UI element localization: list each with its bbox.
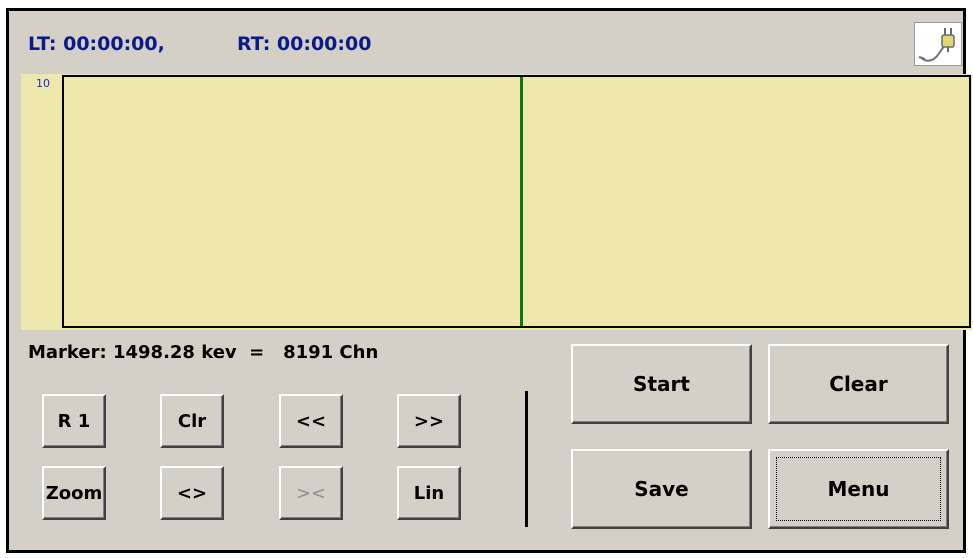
marker-line[interactable] [520,77,523,326]
lin-button[interactable]: Lin [397,466,461,520]
prev-button-label: << [295,410,327,432]
clr-button[interactable]: Clr [160,394,224,448]
app-window: LT: 00:00:00, RT: 00:00:00 10 Marker: 14… [6,8,972,553]
prev-button[interactable]: << [279,394,343,448]
shrink-button[interactable]: >< [279,466,343,520]
spectrum-plot[interactable] [62,75,971,328]
plug-icon-graphic [918,28,955,62]
r1-button[interactable]: R 1 [42,394,106,448]
menu-button[interactable]: Menu [768,449,949,529]
menu-button-label: Menu [827,477,890,501]
clear-button[interactable]: Clear [768,344,949,424]
expand-button-label: <> [176,482,208,504]
next-button[interactable]: >> [397,394,461,448]
divider [525,391,528,527]
next-button-label: >> [413,410,445,432]
clr-button-label: Clr [177,410,207,432]
spectrum-plot-area: 10 [21,74,972,330]
shrink-button-label: >< [295,482,327,504]
lin-button-label: Lin [413,482,445,504]
y-scale-label: 10 [36,77,50,90]
plug-icon[interactable] [914,22,962,66]
save-button-label: Save [634,477,689,501]
r1-button-label: R 1 [57,410,91,432]
zoom-button[interactable]: Zoom [42,466,106,520]
save-button[interactable]: Save [571,449,752,529]
start-button[interactable]: Start [571,344,752,424]
zoom-button-label: Zoom [45,482,103,504]
clear-button-label: Clear [829,372,888,396]
real-time-readout: RT: 00:00:00 [237,33,372,55]
expand-button[interactable]: <> [160,466,224,520]
marker-readout: Marker: 1498.28 kev = 8191 Chn [28,342,379,363]
live-time-readout: LT: 00:00:00, [28,33,165,55]
start-button-label: Start [633,372,690,396]
